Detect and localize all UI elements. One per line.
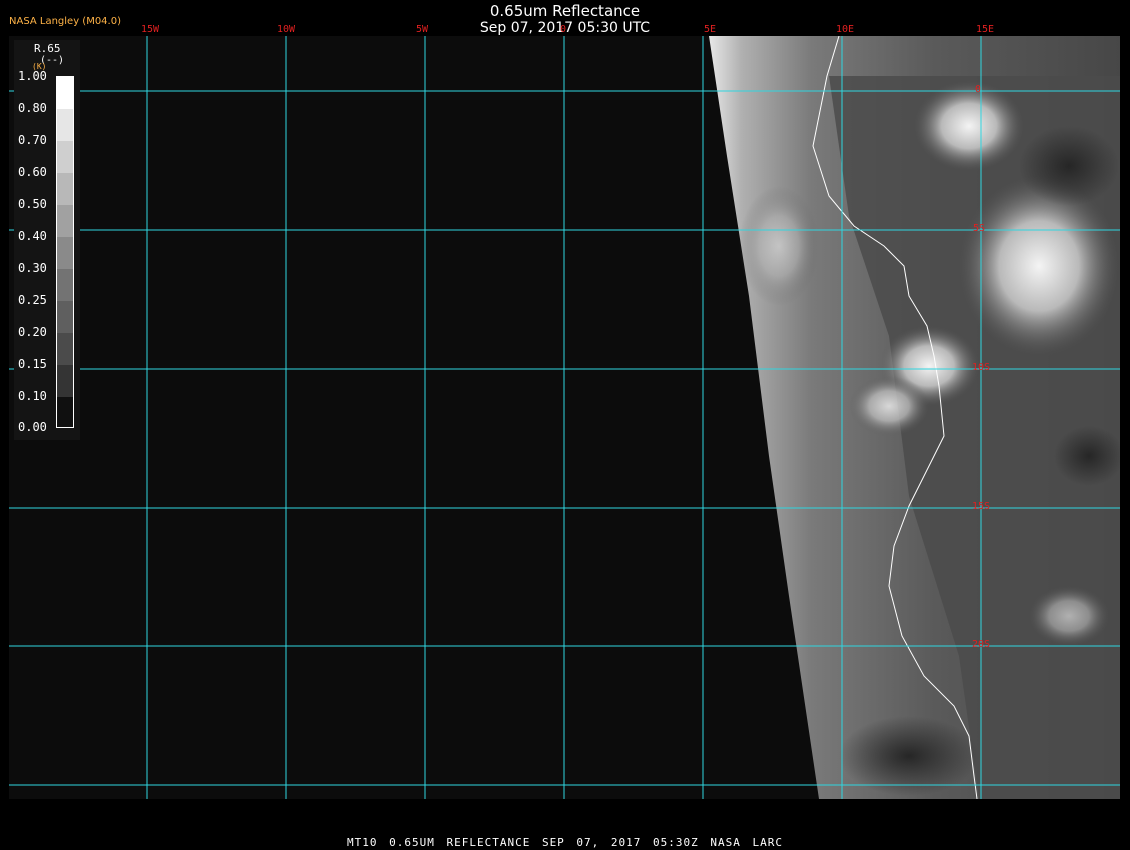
colorbar-tick: 0.15 <box>18 357 47 371</box>
lon-label: 15W <box>141 24 160 35</box>
colorbar-tick: 0.50 <box>18 197 47 211</box>
lat-label: 20S <box>972 639 991 650</box>
colorbar-tick: 0.00 <box>18 420 47 434</box>
colorbar-gradient <box>57 77 73 427</box>
colorbar-tick: 0.60 <box>18 165 47 179</box>
dark-region <box>839 716 979 796</box>
colorbar-tick: 0.80 <box>18 101 47 115</box>
colorbar-tick: 0.30 <box>18 261 47 275</box>
colorbar-tick: 0.10 <box>18 389 47 403</box>
lat-label: 0 <box>975 84 982 95</box>
dark-region <box>1019 126 1119 206</box>
colorbar-tick: 1.00 <box>18 69 47 83</box>
colorbar-variable: R.65 <box>34 42 61 55</box>
cloud-mass <box>739 186 819 306</box>
lon-label: 10W <box>277 24 296 35</box>
cloud-mass <box>914 81 1024 171</box>
footer-caption: MT10 0.65UM REFLECTANCE SEP 07, 2017 05:… <box>347 836 783 849</box>
colorbar-tick: 0.20 <box>18 325 47 339</box>
lat-label: 10S <box>972 362 991 373</box>
lon-label: 5E <box>704 24 717 35</box>
satellite-map: 0 5S 10S 15S 20S <box>9 35 1124 800</box>
colorbar-tick: 0.40 <box>18 229 47 243</box>
lat-label: 5S <box>973 223 986 234</box>
colorbar-tick: 0.25 <box>18 293 47 307</box>
cloud-mass <box>1029 586 1109 646</box>
satellite-imagery <box>9 35 1124 800</box>
lat-label: 15S <box>972 501 991 512</box>
colorbar-tick: 0.70 <box>18 133 47 147</box>
cloud-mass <box>959 176 1119 356</box>
brand-label: NASA Langley (M04.0) <box>9 16 121 27</box>
lon-label: 10E <box>836 24 855 35</box>
lon-label: 15E <box>976 24 995 35</box>
image-title: 0.65um Reflectance <box>489 2 641 20</box>
lon-label: 5W <box>416 24 429 35</box>
cloud-mass <box>849 376 929 436</box>
lon-label: 0 <box>560 24 567 35</box>
colorbar-legend: R.65 (--) (K) 1.00 0.80 0.70 0.60 0.50 0… <box>14 40 80 440</box>
colorbar-scale <box>56 76 74 428</box>
